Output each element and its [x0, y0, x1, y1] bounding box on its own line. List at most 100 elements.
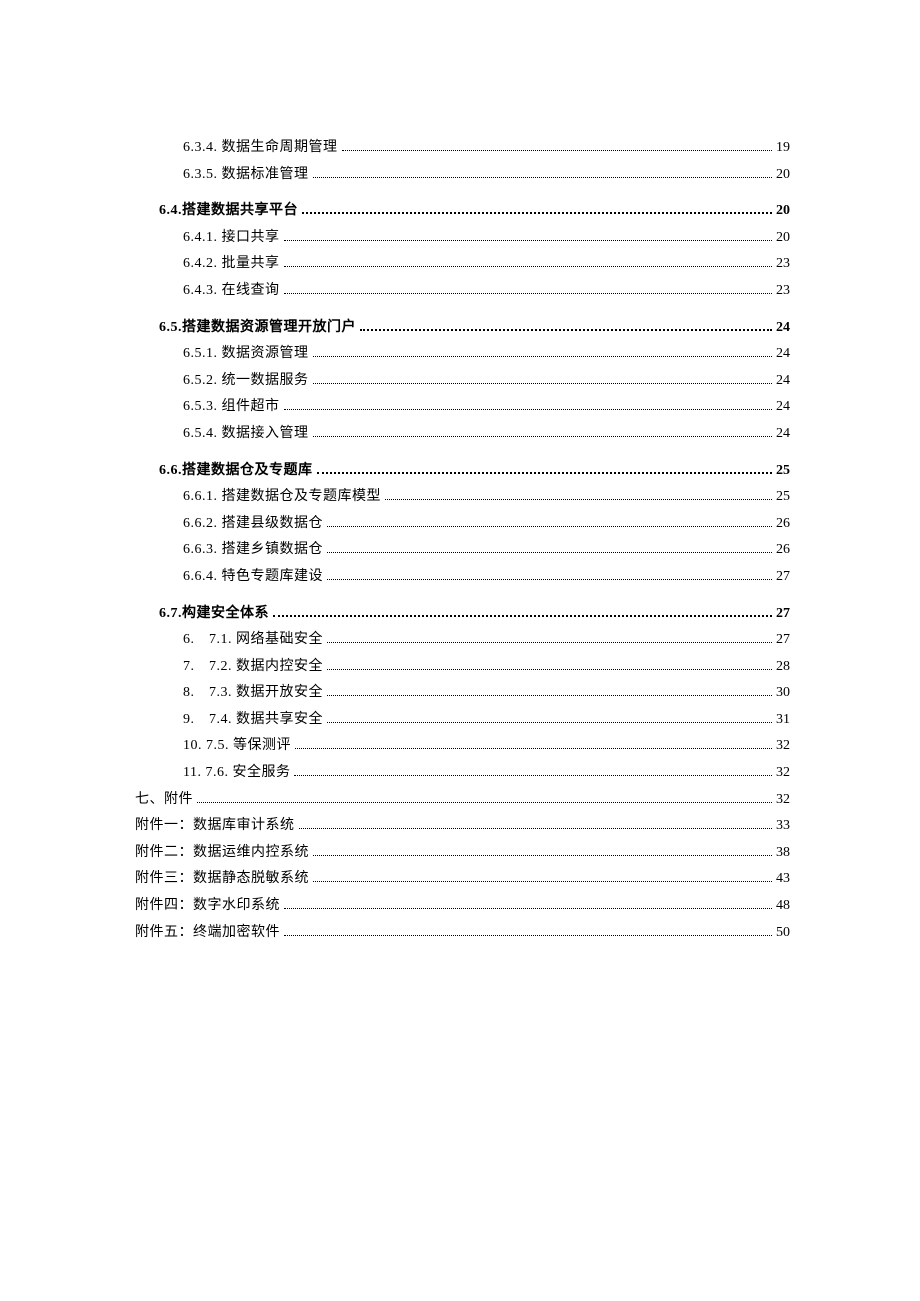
toc-entry[interactable]: 8. 7.3. 数据开放安全 30: [135, 680, 790, 707]
toc-entry[interactable]: 9. 7.4. 数据共享安全 31: [135, 707, 790, 734]
toc-entry-label: 11. 7.6. 安全服务: [183, 760, 290, 787]
toc-entry[interactable]: 6.4.1. 接口共享 20: [135, 225, 790, 252]
toc-leader-dots: [360, 329, 772, 331]
toc-entry[interactable]: 附件四：数字水印系统 48: [135, 893, 790, 920]
toc-entry[interactable]: 6.6.3. 搭建乡镇数据仓 26: [135, 537, 790, 564]
toc-entry[interactable]: 6.5.4. 数据接入管理 24: [135, 421, 790, 448]
toc-entry-label: 6.5.4. 数据接入管理: [183, 421, 309, 448]
toc-leader-dots: [313, 383, 773, 384]
toc-leader-dots: [284, 293, 773, 294]
toc-entry[interactable]: 6.5.3. 组件超市 24: [135, 394, 790, 421]
toc-entry-page: 27: [776, 627, 790, 654]
toc-entry-page: 23: [776, 251, 790, 278]
toc-entry-page: 26: [776, 537, 790, 564]
toc-entry[interactable]: 6.5.2. 统一数据服务 24: [135, 368, 790, 395]
toc-entry-page: 24: [776, 368, 790, 395]
toc-entry-page: 48: [776, 893, 790, 920]
toc-leader-dots: [302, 212, 772, 214]
toc-entry-page: 25: [776, 458, 790, 485]
toc-leader-dots: [294, 775, 772, 776]
toc-entry-page: 20: [776, 225, 790, 252]
toc-entry-label: 6.3.4. 数据生命周期管理: [183, 135, 338, 162]
toc-entry-label: 附件一：数据库审计系统: [135, 813, 295, 840]
toc-entry[interactable]: 6.5.1. 数据资源管理 24: [135, 341, 790, 368]
toc-leader-dots: [313, 436, 773, 437]
toc-entry[interactable]: 11. 7.6. 安全服务 32: [135, 760, 790, 787]
toc-entry[interactable]: 6.6.2. 搭建县级数据仓 26: [135, 511, 790, 538]
toc-entry-label: 6.7.构建安全体系: [159, 601, 269, 628]
toc-entry[interactable]: 6.4.3. 在线查询 23: [135, 278, 790, 305]
toc-entry-page: 23: [776, 278, 790, 305]
toc-leader-dots: [317, 472, 773, 474]
toc-entry-label: 附件二：数据运维内控系统: [135, 840, 309, 867]
toc-entry[interactable]: 6.6.1. 搭建数据仓及专题库模型 25: [135, 484, 790, 511]
toc-leader-dots: [197, 802, 772, 803]
toc-entry[interactable]: 6.5.搭建数据资源管理开放门户 24: [135, 315, 790, 342]
toc-entry-label: 6.4.搭建数据共享平台: [159, 198, 298, 225]
toc-leader-dots: [273, 615, 772, 617]
toc-entry-label: 附件四：数字水印系统: [135, 893, 280, 920]
toc-entry-page: 31: [776, 707, 790, 734]
toc-entry[interactable]: 6.6.搭建数据仓及专题库 25: [135, 458, 790, 485]
toc-entry-page: 20: [776, 162, 790, 189]
toc-entry-page: 32: [776, 760, 790, 787]
toc-entry-page: 24: [776, 341, 790, 368]
toc-entry-label: 6.3.5. 数据标准管理: [183, 162, 309, 189]
toc-entry-label: 6.6.2. 搭建县级数据仓: [183, 511, 323, 538]
toc-entry-label: 8. 7.3. 数据开放安全: [183, 680, 323, 707]
toc-entry-page: 24: [776, 421, 790, 448]
toc-entry-label: 10. 7.5. 等保测评: [183, 733, 291, 760]
toc-entry-page: 30: [776, 680, 790, 707]
toc-entry-label: 6.4.2. 批量共享: [183, 251, 280, 278]
toc-entry-page: 28: [776, 654, 790, 681]
toc-entry-label: 6.5.3. 组件超市: [183, 394, 280, 421]
toc-entry-label: 附件三：数据静态脱敏系统: [135, 866, 309, 893]
toc-entry-page: 25: [776, 484, 790, 511]
toc-entry-label: 6.5.2. 统一数据服务: [183, 368, 309, 395]
toc-leader-dots: [327, 695, 772, 696]
toc-entry-label: 6.6.搭建数据仓及专题库: [159, 458, 313, 485]
toc-leader-dots: [284, 266, 773, 267]
toc-entry[interactable]: 附件一：数据库审计系统 33: [135, 813, 790, 840]
toc-entry[interactable]: 6.7.构建安全体系 27: [135, 601, 790, 628]
toc-entry-label: 6.4.3. 在线查询: [183, 278, 280, 305]
toc-entry-label: 6.5.搭建数据资源管理开放门户: [159, 315, 356, 342]
toc-entry-page: 27: [776, 601, 790, 628]
toc-entry[interactable]: 6.6.4. 特色专题库建设 27: [135, 564, 790, 591]
toc-entry[interactable]: 附件五：终端加密软件 50: [135, 920, 790, 947]
toc-entry-label: 6.5.1. 数据资源管理: [183, 341, 309, 368]
toc-leader-dots: [295, 748, 772, 749]
toc-entry-label: 附件五：终端加密软件: [135, 920, 280, 947]
toc-entry[interactable]: 6.4.搭建数据共享平台 20: [135, 198, 790, 225]
toc-leader-dots: [327, 642, 772, 643]
toc-entry-page: 50: [776, 920, 790, 947]
toc-entry[interactable]: 6.3.4. 数据生命周期管理 19: [135, 135, 790, 162]
toc-entry[interactable]: 7. 7.2. 数据内控安全 28: [135, 654, 790, 681]
toc-leader-dots: [327, 552, 772, 553]
toc-entry-page: 24: [776, 394, 790, 421]
toc-entry[interactable]: 10. 7.5. 等保测评 32: [135, 733, 790, 760]
toc-entry[interactable]: 6.4.2. 批量共享 23: [135, 251, 790, 278]
toc-entry[interactable]: 七、附件 32: [135, 787, 790, 814]
toc-leader-dots: [284, 240, 773, 241]
toc-entry-label: 6.6.4. 特色专题库建设: [183, 564, 323, 591]
toc-leader-dots: [284, 935, 772, 936]
toc-entry-label: 6. 7.1. 网络基础安全: [183, 627, 323, 654]
toc-entry-label: 9. 7.4. 数据共享安全: [183, 707, 323, 734]
table-of-contents: 6.3.4. 数据生命周期管理 196.3.5. 数据标准管理 206.4.搭建…: [135, 135, 790, 946]
toc-entry-page: 24: [776, 315, 790, 342]
toc-entry-label: 7. 7.2. 数据内控安全: [183, 654, 323, 681]
toc-leader-dots: [313, 881, 772, 882]
toc-entry[interactable]: 6.3.5. 数据标准管理 20: [135, 162, 790, 189]
toc-entry[interactable]: 附件二：数据运维内控系统 38: [135, 840, 790, 867]
toc-entry[interactable]: 6. 7.1. 网络基础安全 27: [135, 627, 790, 654]
toc-entry-label: 七、附件: [135, 787, 193, 814]
toc-entry-page: 32: [776, 787, 790, 814]
toc-entry[interactable]: 附件三：数据静态脱敏系统 43: [135, 866, 790, 893]
toc-leader-dots: [313, 356, 773, 357]
toc-entry-page: 19: [776, 135, 790, 162]
toc-entry-label: 6.6.1. 搭建数据仓及专题库模型: [183, 484, 381, 511]
toc-leader-dots: [284, 908, 772, 909]
toc-leader-dots: [327, 526, 772, 527]
toc-leader-dots: [327, 722, 772, 723]
